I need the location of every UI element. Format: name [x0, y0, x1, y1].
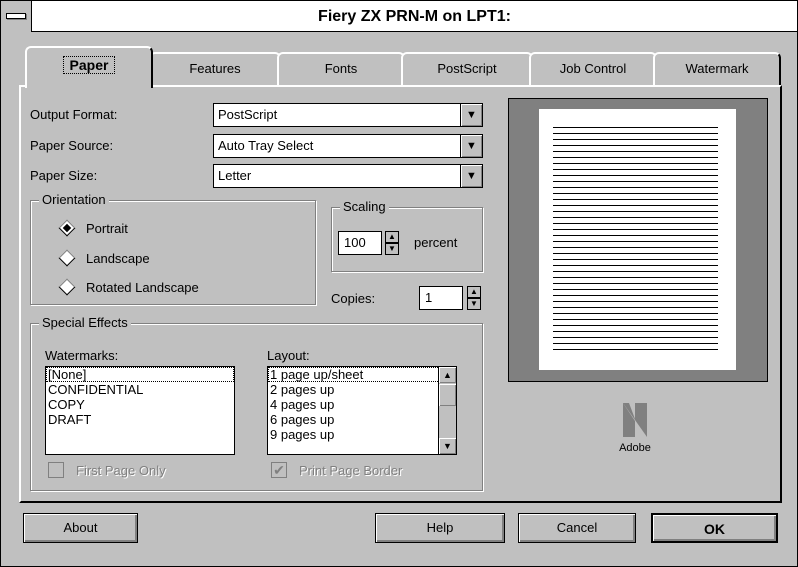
- layout-list[interactable]: 1 page up/sheet 2 pages up 4 pages up 6 …: [267, 366, 457, 455]
- about-button[interactable]: About: [23, 513, 138, 543]
- portrait-radio[interactable]: [58, 219, 76, 237]
- rotated-landscape-radio[interactable]: [58, 278, 76, 296]
- list-item[interactable]: [None]: [46, 367, 234, 382]
- cancel-button[interactable]: Cancel: [518, 513, 636, 543]
- portrait-label[interactable]: Portrait: [86, 221, 128, 236]
- list-item[interactable]: 4 pages up: [268, 397, 456, 412]
- first-page-only-checkbox[interactable]: [48, 462, 64, 478]
- scaling-input[interactable]: 100: [338, 231, 382, 255]
- print-page-border-checkbox[interactable]: ✔: [271, 462, 287, 478]
- page-preview: [508, 98, 768, 382]
- copies-spinner[interactable]: ▲ ▼: [467, 286, 481, 310]
- scaling-group-title: Scaling: [340, 199, 389, 215]
- paper-size-value: Letter: [218, 168, 252, 183]
- watermarks-list[interactable]: [None] CONFIDENTIAL COPY DRAFT: [45, 366, 235, 455]
- landscape-radio[interactable]: [58, 249, 76, 267]
- radio-diamond-icon: [58, 278, 76, 296]
- spin-up-icon[interactable]: ▲: [385, 231, 399, 243]
- rotated-landscape-label[interactable]: Rotated Landscape: [86, 280, 199, 295]
- copies-input[interactable]: 1: [419, 286, 463, 310]
- system-menu-button[interactable]: [1, 1, 32, 32]
- tab-features[interactable]: Features: [149, 52, 281, 86]
- tab-job-control[interactable]: Job Control: [529, 52, 657, 86]
- printer-properties-dialog: Fiery ZX PRN-M on LPT1: Paper Features F…: [0, 0, 798, 567]
- radio-diamond-icon: [58, 249, 76, 267]
- adobe-logo-icon: [623, 403, 647, 437]
- tab-fonts-label: Fonts: [324, 61, 358, 76]
- list-item[interactable]: 9 pages up: [268, 427, 456, 442]
- dropdown-arrow-icon[interactable]: ▼: [460, 165, 482, 187]
- list-item[interactable]: CONFIDENTIAL: [46, 382, 234, 397]
- list-item[interactable]: 2 pages up: [268, 382, 456, 397]
- paper-size-select[interactable]: Letter ▼: [213, 164, 483, 188]
- output-format-label: Output Format:: [30, 107, 118, 122]
- dropdown-arrow-icon[interactable]: ▼: [460, 104, 482, 126]
- paper-size-label: Paper Size:: [30, 168, 98, 183]
- ok-button[interactable]: OK: [651, 513, 778, 543]
- scaling-spinner[interactable]: ▲ ▼: [385, 231, 399, 255]
- tab-fonts[interactable]: Fonts: [277, 52, 405, 86]
- tab-paper-label: Paper: [62, 56, 116, 74]
- layout-label: Layout:: [267, 348, 310, 363]
- landscape-label[interactable]: Landscape: [86, 251, 150, 266]
- paper-source-select[interactable]: Auto Tray Select ▼: [213, 134, 483, 158]
- special-effects-group-title: Special Effects: [39, 315, 131, 331]
- adobe-logo: Adobe: [615, 401, 655, 461]
- output-format-select[interactable]: PostScript ▼: [213, 103, 483, 127]
- tab-features-label: Features: [189, 61, 241, 76]
- list-item[interactable]: 1 page up/sheet: [268, 367, 456, 382]
- watermarks-label: Watermarks:: [45, 348, 119, 363]
- tab-watermark[interactable]: Watermark: [653, 52, 781, 86]
- list-item[interactable]: 6 pages up: [268, 412, 456, 427]
- list-item[interactable]: COPY: [46, 397, 234, 412]
- spin-up-icon[interactable]: ▲: [467, 286, 481, 298]
- tab-paper[interactable]: Paper: [25, 46, 153, 88]
- orientation-group-title: Orientation: [39, 192, 109, 208]
- spin-down-icon[interactable]: ▼: [385, 243, 399, 255]
- paper-source-value: Auto Tray Select: [218, 138, 314, 153]
- system-menu-icon: [6, 13, 26, 19]
- tab-postscript[interactable]: PostScript: [401, 52, 533, 86]
- spin-down-icon[interactable]: ▼: [467, 298, 481, 310]
- scroll-up-icon[interactable]: ▲: [439, 367, 456, 383]
- scroll-thumb[interactable]: [439, 384, 456, 406]
- scaling-unit: percent: [414, 235, 458, 250]
- scroll-down-icon[interactable]: ▼: [439, 438, 456, 454]
- tab-job-control-label: Job Control: [559, 61, 627, 76]
- dropdown-arrow-icon[interactable]: ▼: [460, 135, 482, 157]
- output-format-value: PostScript: [218, 107, 278, 122]
- first-page-only-label: First Page Only: [76, 463, 166, 478]
- layout-scrollbar[interactable]: ▲ ▼: [438, 367, 456, 454]
- copies-label: Copies:: [331, 291, 376, 306]
- paper-source-label: Paper Source:: [30, 138, 114, 153]
- print-page-border-label: Print Page Border: [299, 463, 403, 478]
- title-bar: Fiery ZX PRN-M on LPT1:: [1, 1, 797, 32]
- window-title: Fiery ZX PRN-M on LPT1:: [318, 8, 511, 25]
- preview-page: [539, 109, 736, 370]
- checkmark-icon: ✔: [273, 462, 285, 478]
- tab-watermark-label: Watermark: [685, 61, 749, 76]
- help-button[interactable]: Help: [375, 513, 505, 543]
- adobe-logo-text: Adobe: [619, 442, 651, 454]
- tab-postscript-label: PostScript: [437, 61, 497, 76]
- list-item[interactable]: DRAFT: [46, 412, 234, 427]
